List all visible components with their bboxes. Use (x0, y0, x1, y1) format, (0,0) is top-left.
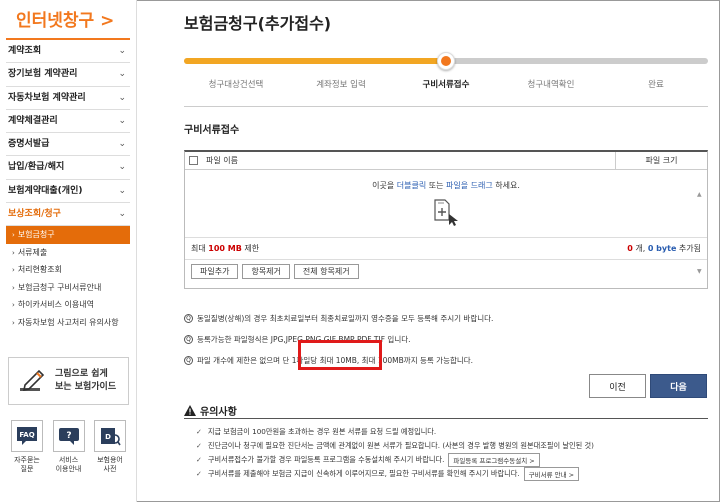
warning-item: ✓ 진단금이나 청구에 필요한 진단서는 금액에 관계없이 원본 서류가 필요합니… (196, 441, 594, 450)
column-file-name: 파일 이름 (206, 156, 238, 165)
docs-guide-button[interactable]: 구비서류 안내 > (523, 467, 580, 481)
section-title: 구비서류접수 (184, 125, 240, 136)
check-icon: ✓ (196, 428, 202, 436)
annotation-highlight-box (298, 340, 382, 370)
sidebar-item-auto[interactable]: 자동차보험 계약관리 ⌄ (6, 87, 130, 110)
svg-text:?: ? (66, 431, 71, 441)
progress-steps: 청구대상건선택 계좌정보 입력 구비서류접수 청구내역확인 완료 (184, 52, 708, 102)
chevron-down-icon: ⌄ (118, 92, 126, 103)
chevron-down-icon: ⌄ (118, 46, 126, 56)
manual-install-button[interactable]: 파일등록 프로그램수동설치 > (448, 453, 540, 467)
arrow-right-icon: › (12, 266, 15, 275)
dictionary-icon: D (94, 420, 126, 452)
question-icon: Q (184, 314, 193, 323)
upload-table-header: 파일 이름 파일 크기 (185, 151, 707, 170)
chevron-down-icon: ⌄ (118, 115, 126, 126)
chevron-down-icon: ⌄ (118, 209, 126, 220)
step-documents: 구비서류접수 (422, 80, 470, 90)
submenu-item-hicar[interactable]: › 하이카서비스 이용내역 (6, 296, 130, 314)
progress-knob (437, 52, 455, 70)
question-icon: Q (184, 356, 193, 365)
check-icon: ✓ (196, 442, 202, 450)
sidebar-item-loan[interactable]: 보험계약대출(개인) ⌄ (6, 180, 130, 204)
upload-buttons: 파일추가 항목제거 전체 항목제거 (185, 260, 707, 282)
upload-notes: Q 동일질병(상해)의 경우 최초치료일부터 최종치료일까지 영수증을 모두 등록… (184, 308, 604, 371)
add-file-icon (434, 199, 458, 226)
chevron-down-icon: ⌄ (118, 69, 126, 80)
quick-dictionary[interactable]: D 보험용어 사전 (91, 420, 129, 474)
sidebar-item-contract-signing[interactable]: 계약체결관리 ⌄ (6, 110, 130, 134)
quick-links: FAQ 자주묻는 질문 ? 서비스 이용안내 D 보험용어 사전 (8, 420, 129, 474)
warning-list: ✓ 지급 보험금이 100만원을 초과하는 경우 원본 서류를 요청 드릴 예정입… (196, 425, 696, 481)
arrow-right-icon: › (12, 248, 15, 257)
insurance-guide-banner[interactable]: 그림으로 쉽게 보는 보험가이드 (8, 357, 129, 405)
progress-fill (184, 58, 446, 64)
faq-icon: FAQ (11, 420, 43, 452)
main-content: 보험금청구(추가접수) 청구대상건선택 계좌정보 입력 구비서류접수 청구내역확… (148, 0, 720, 502)
warning-title: 유의사항 (184, 403, 237, 418)
next-button[interactable]: 다음 (650, 374, 707, 398)
column-file-size: 파일 크기 (615, 151, 707, 170)
scrollbar[interactable]: ▲ ▼ (697, 191, 705, 281)
submenu-item-status[interactable]: › 처리현황조회 (6, 261, 130, 279)
quick-service-help[interactable]: ? 서비스 이용안내 (50, 420, 88, 474)
step-review: 청구내역확인 (527, 80, 575, 90)
chevron-down-icon: ⌄ (118, 162, 126, 173)
file-upload-panel: 파일 이름 파일 크기 이곳을 더블클릭 또는 파일을 드래그 하세요. ▲ ▼ … (184, 150, 708, 289)
prev-button[interactable]: 이전 (589, 374, 646, 398)
file-drop-zone[interactable]: 이곳을 더블클릭 또는 파일을 드래그 하세요. ▲ ▼ (185, 170, 707, 275)
remove-item-button[interactable]: 항목제거 (242, 263, 290, 279)
sidebar-submenu: › 보험금청구 › 서류제출 › 처리현황조회 › 보험금청구 구비서류안내 › 하이카서… (6, 226, 130, 331)
page-title: 보험금청구(추가접수) (184, 14, 332, 33)
warning-item: ✓ 지급 보험금이 100만원을 초과하는 경우 원본 서류를 요청 드릴 예정입… (196, 427, 437, 436)
sidebar-menu: 계약조회 ⌄ 장기보험 계약관리 ⌄ 자동차보험 계약관리 ⌄ 계약체결관리 ⌄ 증명서… (6, 40, 130, 227)
warning-item: ✓ 구비서류접수가 불가할 경우 파일등록 프로그램을 수동설치해 주시기 바랍니… (196, 453, 696, 467)
step-complete: 완료 (648, 80, 664, 90)
drop-instruction: 이곳을 더블클릭 또는 파일을 드래그 하세요. (372, 181, 520, 190)
submenu-item-accident[interactable]: › 자동차보험 사고처리 유의사항 (6, 314, 130, 332)
note-item: Q 파일 개수에 제한은 없으며 단 1파일당 최대 10MB, 최대 100MB… (184, 350, 604, 371)
chevron-down-icon: ⌄ (118, 185, 126, 196)
divider (184, 418, 708, 419)
step-select-claim: 청구대상건선택 (208, 80, 264, 90)
service-help-icon: ? (52, 420, 85, 452)
quick-faq[interactable]: FAQ 자주묻는 질문 (8, 420, 46, 474)
brand-title[interactable]: 인터넷창구 > (6, 0, 130, 40)
arrow-right-icon: › (12, 231, 15, 240)
sidebar-item-payment[interactable]: 납입/환급/해지 ⌄ (6, 156, 130, 180)
submenu-item-claim[interactable]: › 보험금청구 (6, 226, 130, 244)
upload-summary: 최대 100 MB 제한 0 개, 0 byte 추가됨 (185, 238, 707, 260)
sidebar-item-contract-inquiry[interactable]: 계약조회 ⌄ (6, 40, 130, 64)
svg-text:D: D (105, 433, 111, 441)
pencil-icon (20, 369, 45, 392)
arrow-right-icon: › (12, 318, 15, 327)
arrow-right-icon: › (12, 283, 15, 292)
remove-all-button[interactable]: 전체 항목제거 (293, 263, 359, 279)
note-item: Q 동일질병(상해)의 경우 최초치료일부터 최종치료일까지 영수증을 모두 등록… (184, 308, 604, 329)
svg-text:FAQ: FAQ (19, 431, 34, 439)
sidebar: 인터넷창구 > 계약조회 ⌄ 장기보험 계약관리 ⌄ 자동차보험 계약관리 ⌄ 계약체… (0, 0, 137, 502)
sidebar-item-claims[interactable]: 보상조회/청구 ⌄ (6, 203, 130, 227)
step-account-info: 계좌정보 입력 (316, 80, 366, 90)
arrow-right-icon: › (12, 301, 15, 310)
sidebar-item-certificate[interactable]: 증명서발급 ⌄ (6, 133, 130, 157)
divider (184, 106, 708, 107)
submenu-item-documents[interactable]: › 서류제출 (6, 244, 130, 262)
select-all-checkbox[interactable] (189, 156, 198, 165)
question-icon: Q (184, 335, 193, 344)
chevron-down-icon: ⌄ (118, 139, 126, 150)
check-icon: ✓ (196, 470, 202, 478)
submenu-item-docs-guide[interactable]: › 보험금청구 구비서류안내 (6, 279, 130, 297)
add-file-button[interactable]: 파일추가 (191, 263, 239, 279)
sidebar-item-long-term[interactable]: 장기보험 계약관리 ⌄ (6, 63, 130, 87)
warning-item: ✓ 구비서류를 제출해야 보험금 지급이 신속하게 이루어지므로, 필요한 구비서… (196, 467, 696, 481)
warning-icon (184, 405, 196, 416)
note-item: Q 등록가능한 파일형식은 JPG,JPEG,PNG,GIF,BMP,PDF,TI… (184, 329, 604, 350)
check-icon: ✓ (196, 456, 202, 464)
